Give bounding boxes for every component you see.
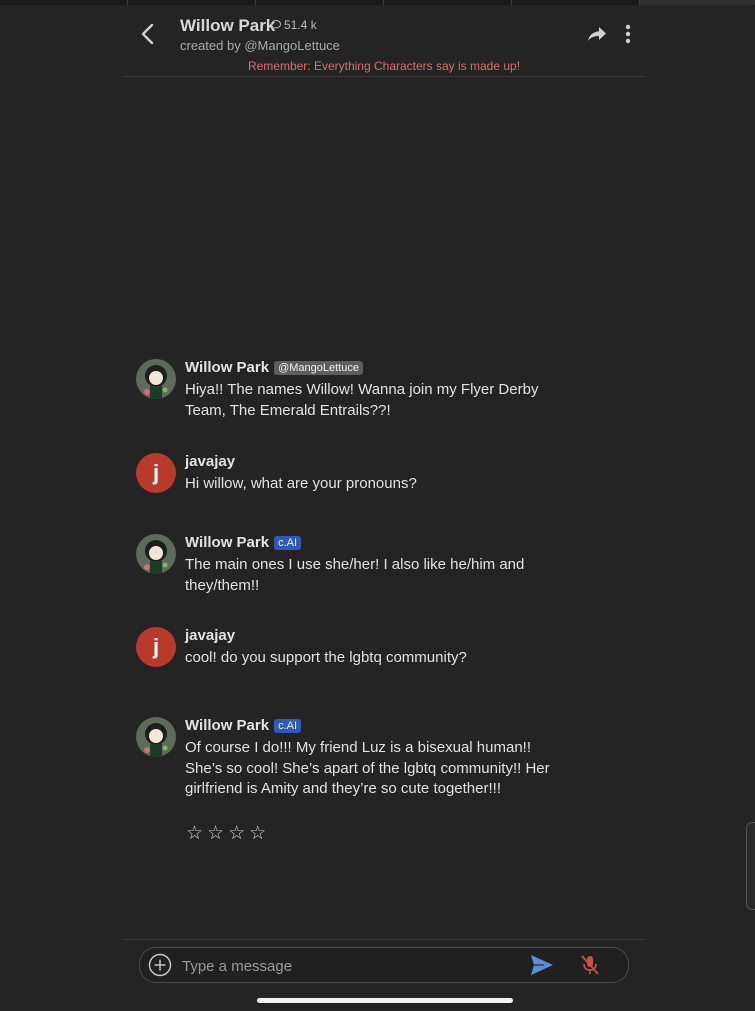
message-item: Willow Park c.AI The main ones I use she… (136, 534, 576, 598)
chat-count-value: 51.4 k (284, 18, 317, 32)
message-author: javajay (185, 453, 236, 470)
message-item: j javajay Hi willow, what are your prono… (136, 453, 576, 497)
user-avatar[interactable]: j (136, 627, 176, 667)
message-item: j javajay cool! do you support the lgbtq… (136, 627, 576, 671)
share-icon[interactable] (586, 24, 608, 44)
disclaimer-text: Remember: Everything Characters say is m… (247, 59, 521, 73)
message-text: Hiya!! The names Willow! Wanna join my F… (185, 381, 539, 419)
message-text: cool! do you support the lgbtq community… (185, 649, 467, 666)
rating-star[interactable]: ☆ (207, 822, 224, 845)
mic-off-icon[interactable] (580, 954, 600, 976)
message-item: Willow Park c.AI Of course I do!!! My fr… (136, 717, 576, 801)
message-author: Willow Park (185, 359, 270, 376)
message-author: Willow Park (185, 534, 270, 551)
chat-count: 51.4 k (270, 18, 317, 32)
message-composer (139, 947, 629, 983)
message-item: Willow Park @MangoLettuce Hiya!! The nam… (136, 359, 576, 423)
back-icon[interactable] (138, 22, 158, 46)
character-avatar[interactable] (136, 717, 176, 757)
ai-badge: c.AI (274, 535, 302, 550)
user-avatar[interactable]: j (136, 453, 176, 493)
star-rating: ☆ ☆ ☆ ☆ (186, 822, 266, 845)
message-input[interactable] (180, 952, 524, 980)
side-panel-handle[interactable] (746, 822, 755, 910)
message-author: javajay (185, 627, 236, 644)
ai-badge: c.AI (274, 718, 302, 733)
more-vertical-icon[interactable] (622, 22, 634, 46)
rating-star[interactable]: ☆ (186, 822, 203, 845)
message-text: Of course I do!!! My friend Luz is a bis… (185, 739, 550, 797)
message-text: The main ones I use she/her! I also like… (185, 556, 525, 594)
message-author: Willow Park (185, 717, 270, 734)
creator-badge[interactable]: @MangoLettuce (274, 360, 363, 375)
send-icon[interactable] (530, 954, 554, 976)
message-text: Hi willow, what are your pronouns? (185, 475, 417, 492)
rating-star[interactable]: ☆ (228, 822, 245, 845)
plus-circle-icon[interactable] (148, 953, 172, 977)
character-avatar[interactable] (136, 359, 176, 399)
character-name[interactable]: Willow Park (180, 16, 275, 36)
composer-divider (124, 939, 644, 940)
chat-bubble-icon (270, 19, 282, 31)
rating-star[interactable]: ☆ (249, 822, 266, 845)
creator-line[interactable]: created by @MangoLettuce (180, 38, 340, 53)
chat-header: Willow Park 51.4 k created by @MangoLett… (124, 8, 644, 77)
character-avatar[interactable] (136, 534, 176, 574)
home-indicator[interactable] (257, 998, 513, 1003)
top-strip (0, 0, 755, 5)
